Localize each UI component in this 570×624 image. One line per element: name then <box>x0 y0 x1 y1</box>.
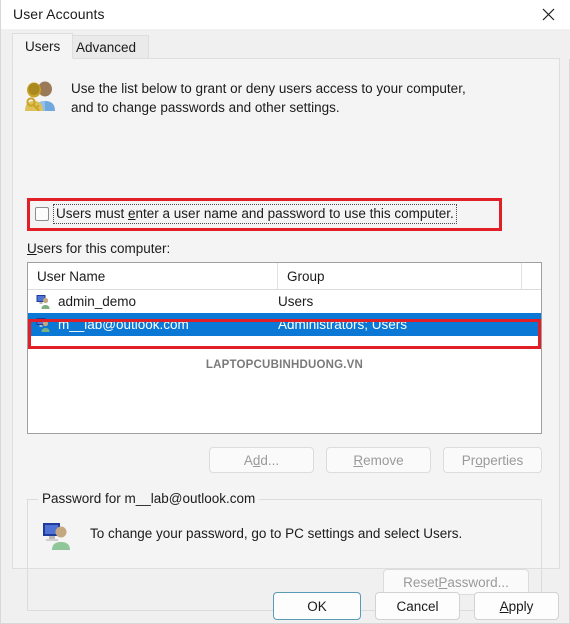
column-header-user-name[interactable]: User Name <box>28 263 278 289</box>
row-group-cell: Users <box>278 294 314 309</box>
add-button-post: d... <box>260 452 280 468</box>
require-password-label[interactable]: Users must enter a user name and passwor… <box>53 204 457 224</box>
users-list-header: User Name Group <box>28 263 541 290</box>
apply-button-post: pply <box>508 598 534 614</box>
intro-block: Use the list below to grant or deny user… <box>21 77 541 117</box>
apply-button-accel: A <box>499 598 509 614</box>
tab-advanced-label: Advanced <box>76 40 137 55</box>
intro-text: Use the list below to grant or deny user… <box>71 77 466 117</box>
require-password-checkbox-row[interactable]: Users must enter a user name and passwor… <box>35 204 457 224</box>
column-header-group[interactable]: Group <box>278 263 522 289</box>
user-monitor-glyph <box>43 523 70 550</box>
intro-line-1: Use the list below to grant or deny user… <box>71 81 466 96</box>
properties-button-post: perties <box>482 452 524 468</box>
password-group-description: To change your password, go to PC settin… <box>90 526 463 541</box>
checkbox-label-accel: e <box>128 206 136 221</box>
row-user-name-cell: admin_demo <box>36 290 278 313</box>
tab-advanced[interactable]: Advanced <box>63 35 150 59</box>
properties-button-pre: Pr <box>461 452 476 468</box>
remove-button-post: emove <box>363 452 404 468</box>
intro-line-2: and to change passwords and other settin… <box>71 100 340 115</box>
table-row[interactable]: m__lab@outlook.com Administrators; Users <box>28 313 541 336</box>
users-list-caption: Users for this computer: <box>27 241 170 256</box>
users-key-icon <box>21 77 59 115</box>
users-list[interactable]: User Name Group admin_demo Users m__lab@… <box>27 262 542 434</box>
user-account-glyph <box>36 317 50 332</box>
apply-button[interactable]: Apply <box>474 592 559 620</box>
window-title: User Accounts <box>13 6 105 22</box>
add-button[interactable]: Ad d... <box>209 447 314 473</box>
close-icon[interactable] <box>525 0 570 29</box>
user-account-glyph <box>36 294 50 309</box>
column-header-extra[interactable] <box>522 263 541 289</box>
row-user-name-text: m__lab@outlook.com <box>58 317 189 332</box>
row-user-name-cell: m__lab@outlook.com <box>36 313 278 336</box>
reset-password-accel: P <box>438 574 448 590</box>
remove-button[interactable]: Remove <box>326 447 431 473</box>
add-button-accel: d <box>252 452 261 468</box>
cancel-button-label: Cancel <box>396 598 439 614</box>
title-bar: User Accounts <box>1 0 570 30</box>
ok-button[interactable]: OK <box>273 592 361 620</box>
user-account-icon <box>36 294 52 310</box>
reset-password-post: assword... <box>447 574 509 590</box>
row-group-cell: Administrators; Users <box>278 317 408 332</box>
properties-button[interactable]: Pr o perties <box>443 447 542 473</box>
close-glyph <box>542 8 554 21</box>
user-accounts-dialog: User Accounts Users Advanced Use the lis… <box>0 0 570 624</box>
reset-password-pre: Reset <box>403 574 439 590</box>
properties-button-accel: o <box>475 452 483 468</box>
checkbox-label-post: nter a user name and password to use thi… <box>135 206 454 221</box>
add-button-pre: A <box>243 452 253 468</box>
tab-users[interactable]: Users <box>12 33 74 59</box>
list-caption-accel: U <box>27 241 37 256</box>
tab-users-label: Users <box>25 38 61 54</box>
row-user-name-text: admin_demo <box>58 294 137 309</box>
watermark: LAPTOPCUBINHDUONG.VN <box>205 359 364 371</box>
user-account-icon <box>36 317 52 333</box>
password-group-body: To change your password, go to PC settin… <box>42 520 462 552</box>
users-tab-page: Use the list below to grant or deny user… <box>12 58 560 611</box>
require-password-checkbox[interactable] <box>35 207 49 221</box>
ok-button-label: OK <box>307 598 327 614</box>
table-row[interactable]: admin_demo Users <box>28 290 541 313</box>
remove-button-accel: R <box>353 452 364 468</box>
users-key-glyph <box>25 81 55 112</box>
cancel-button[interactable]: Cancel <box>375 592 460 620</box>
password-group-legend: Password for m__lab@outlook.com <box>38 491 260 506</box>
tab-strip: Users Advanced <box>1 29 570 59</box>
list-caption-rest: sers for this computer: <box>36 241 171 256</box>
checkbox-label-pre: Users must <box>56 206 129 221</box>
user-monitor-icon <box>42 520 74 552</box>
